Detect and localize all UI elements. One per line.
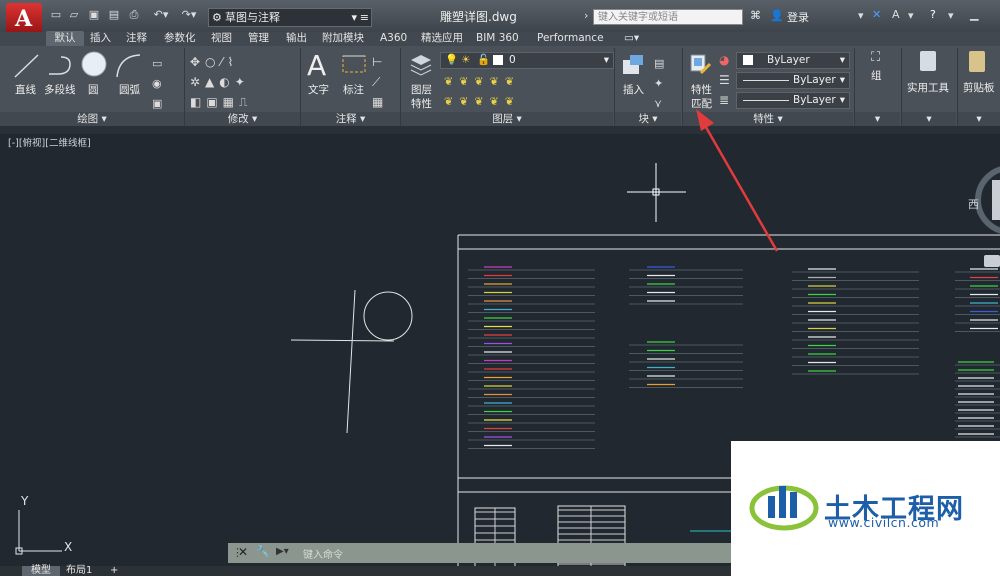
tab-layout1[interactable]: 布局1 <box>66 566 92 576</box>
command-prompt-icon[interactable]: ▶▾ <box>276 546 289 557</box>
ucs-y-label: Y <box>21 494 29 508</box>
viewcube[interactable] <box>975 166 1000 234</box>
close-icon[interactable]: ✕ <box>238 545 248 559</box>
legend-table-2 <box>629 266 743 388</box>
legend-table-3 <box>792 268 919 375</box>
legend-table-4 <box>955 268 1000 332</box>
crosshair-cursor <box>627 163 686 222</box>
wrench-icon[interactable]: 🔧 <box>256 545 270 558</box>
legend-table-1 <box>468 266 595 449</box>
viewcube-west-label[interactable]: 西 <box>968 196 979 212</box>
sketch-geometry <box>290 289 413 434</box>
watermark-url: www.civilcn.com <box>828 515 940 530</box>
ucs-icon <box>15 510 62 555</box>
red-arrow-annotation <box>696 109 779 252</box>
new-layout-button[interactable]: + <box>110 566 118 576</box>
navigation-bar-toggle[interactable] <box>984 255 1000 267</box>
legend-table-5 <box>955 361 1000 438</box>
tab-model[interactable]: 模型 <box>22 566 60 576</box>
command-input[interactable]: 键入命令 <box>303 546 343 561</box>
ucs-x-label: X <box>64 540 73 554</box>
civilcn-logo-icon <box>749 485 819 531</box>
